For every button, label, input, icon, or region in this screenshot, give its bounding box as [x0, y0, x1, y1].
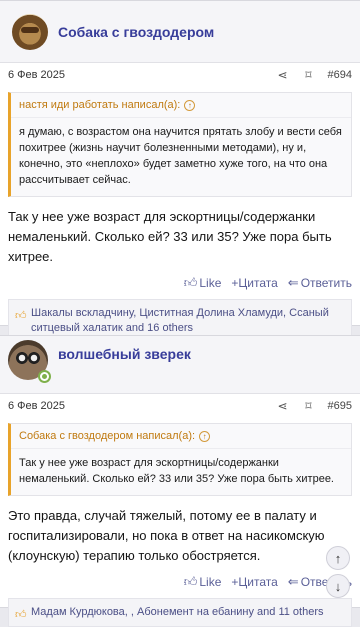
- reply-icon: ⇐: [287, 574, 299, 589]
- arrow-down-icon: ↓: [334, 578, 342, 594]
- like-button[interactable]: 👍︎ Like: [184, 574, 222, 590]
- like-button[interactable]: 👍︎ Like: [184, 275, 222, 291]
- thumb-up-icon: 👍︎: [183, 574, 198, 589]
- share-icon[interactable]: ⋖: [272, 68, 294, 82]
- post-number[interactable]: #694: [328, 69, 352, 81]
- quote-button[interactable]: +Цитата: [231, 275, 277, 291]
- post-date[interactable]: 6 Фев 2025: [8, 400, 268, 412]
- post-number[interactable]: #695: [328, 400, 352, 412]
- author-name[interactable]: Собака с гвоздодером: [58, 24, 214, 40]
- quote-header[interactable]: настя иди работать написал(а): ↑: [11, 93, 351, 118]
- reply-label: Ответить: [300, 276, 352, 290]
- post-actions: 👍︎Like +Цитата ⇐Ответить: [0, 566, 360, 590]
- likes-text[interactable]: Шакалы вскладчину, Циститная Долина Хлам…: [31, 307, 329, 334]
- post-694: Собака с гвоздодером 6 Фев 2025 ⋖ ⌑ #694…: [0, 0, 360, 343]
- post-695: волшебный зверек 6 Фев 2025 ⋖ ⌑ #695 Соб…: [0, 335, 360, 627]
- likes-summary[interactable]: 👍︎ Мадам Курдюкова, , Абонемент на ебани…: [8, 598, 352, 627]
- thumb-up-icon: 👍︎: [15, 609, 27, 621]
- scroll-up-button[interactable]: ↑: [326, 546, 350, 570]
- post-message: Так у нее уже возраст для эскортницы/сод…: [8, 209, 332, 264]
- quote-button[interactable]: +Цитата: [231, 574, 277, 590]
- bookmark-icon[interactable]: ⌑: [298, 68, 320, 82]
- quote-block: Собака с гвоздодером написал(а): ↑ Так у …: [8, 423, 352, 496]
- reply-icon: ⇐: [287, 275, 299, 290]
- quote-text: я думаю, с возрастом она научится прятат…: [19, 126, 342, 186]
- post-date[interactable]: 6 Фев 2025: [8, 69, 268, 81]
- quote-header[interactable]: Собака с гвоздодером написал(а): ↑: [11, 424, 351, 449]
- arrow-up-icon: ↑: [334, 550, 342, 566]
- quote-text: Так у нее уже возраст для эскортницы/сод…: [19, 457, 334, 485]
- like-label: Like: [199, 276, 222, 290]
- thumb-up-icon: 👍︎: [183, 275, 198, 290]
- arrow-up-icon[interactable]: ↑: [184, 100, 196, 111]
- like-label: Like: [199, 575, 222, 589]
- post-message: Это правда, случай тяжелый, потому ее в …: [8, 508, 325, 563]
- reply-button[interactable]: ⇐Ответить: [288, 275, 352, 291]
- bookmark-icon[interactable]: ⌑: [298, 399, 320, 413]
- author-avatar[interactable]: [12, 13, 48, 50]
- scroll-down-button[interactable]: ↓: [326, 574, 350, 598]
- quote-block: настя иди работать написал(а): ↑ я думаю,…: [8, 92, 352, 197]
- post-meta: 6 Фев 2025 ⋖ ⌑ #694: [0, 63, 360, 87]
- share-icon[interactable]: ⋖: [272, 399, 294, 413]
- quote-author[interactable]: настя иди работать написал(а):: [19, 99, 180, 111]
- post-meta: 6 Фев 2025 ⋖ ⌑ #695: [0, 394, 360, 418]
- author-avatar[interactable]: [8, 340, 51, 383]
- post-header: Собака с гвоздодером: [0, 1, 360, 63]
- online-status-icon: [38, 370, 51, 383]
- quote-author[interactable]: Собака с гвоздодером написал(а):: [19, 430, 195, 442]
- thumb-up-icon: 👍︎: [15, 310, 27, 322]
- post-actions: 👍︎Like +Цитата ⇐Ответить: [0, 267, 360, 291]
- post-header: волшебный зверек: [0, 336, 360, 394]
- author-name[interactable]: волшебный зверек: [58, 346, 191, 362]
- arrow-up-icon[interactable]: ↑: [199, 431, 211, 442]
